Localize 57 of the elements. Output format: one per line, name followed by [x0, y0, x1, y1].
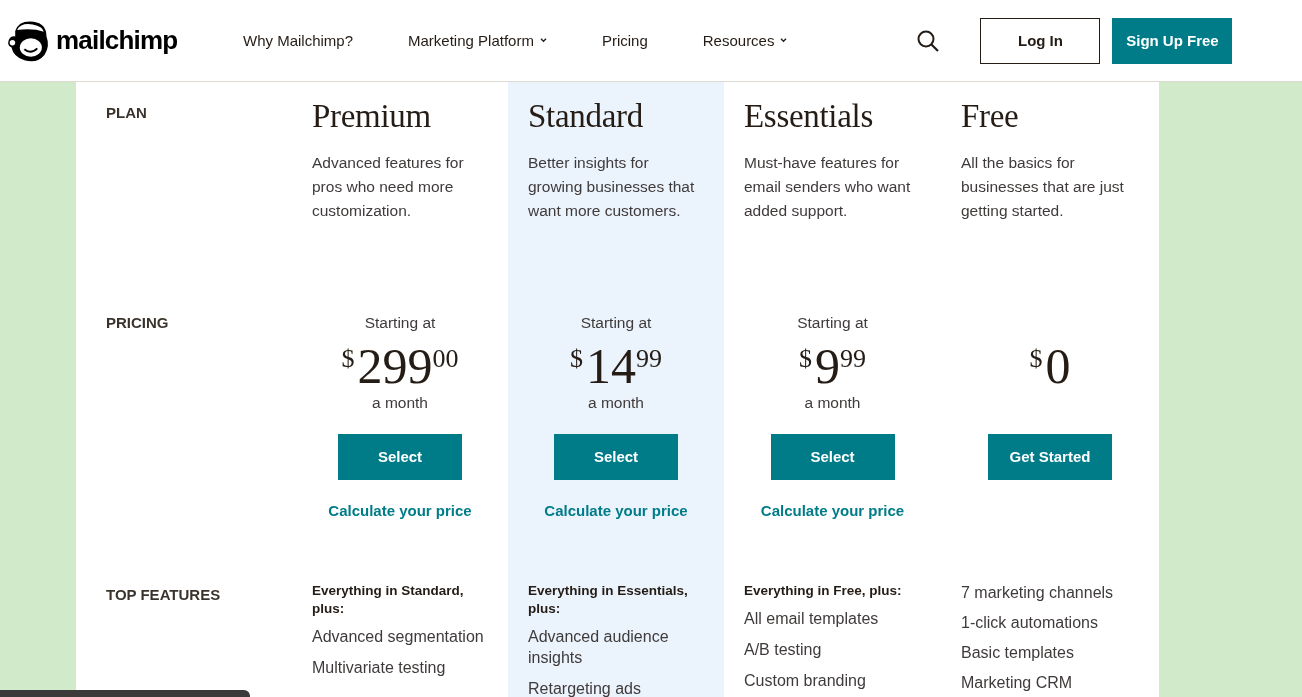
price-period: a month — [588, 394, 644, 413]
nav-link[interactable]: Pricing — [601, 32, 648, 49]
currency-sign: $ — [570, 344, 583, 374]
nav-link[interactable]: Marketing Platform — [408, 32, 547, 49]
price-caption: Starting at — [364, 314, 436, 333]
feature-item: 7 marketing channels — [961, 583, 1115, 603]
plan-description: Must-have features for email senders who want added support. — [744, 153, 912, 221]
nav-link[interactable]: Why Mailchimp? — [243, 32, 354, 49]
nav-link[interactable]: Resources — [702, 32, 788, 49]
price-period: a month — [372, 394, 428, 413]
section-label: TOP FEATURES — [106, 586, 222, 603]
feature-item: Basic templates — [961, 643, 1075, 663]
features-intro: Everything in Standard, plus: — [312, 582, 465, 618]
price-caption: Starting at — [580, 314, 652, 333]
search-icon[interactable] — [916, 28, 941, 53]
price-cents: 99 — [840, 344, 866, 374]
price-cents: 99 — [636, 344, 662, 374]
price-period: a month — [804, 394, 861, 413]
plan-description: Advanced features for pros who need more customization. — [312, 153, 465, 221]
section-label: PLAN — [106, 104, 148, 121]
features-intro: Everything in Essentials, plus: — [528, 582, 689, 618]
calculate-price-link[interactable]: Calculate your price — [328, 502, 472, 519]
feature-item: Retargeting ads — [528, 679, 642, 697]
calculate-price-link[interactable]: Calculate your price — [544, 502, 688, 519]
feature-item: All email templates — [744, 609, 880, 629]
price-caption: Starting at — [797, 314, 868, 333]
price-amount: 0 — [1045, 338, 1071, 394]
section-label: PRICING — [106, 314, 170, 331]
plan-description: All the basics for businesses that are just getting started. — [961, 153, 1125, 221]
currency-sign: $ — [341, 344, 355, 374]
select-button[interactable]: Select — [554, 434, 678, 480]
price-cents: 00 — [432, 344, 459, 374]
price-amount: 14 — [586, 338, 636, 394]
currency-sign: $ — [1029, 344, 1043, 374]
plan-name: Free — [961, 98, 1020, 135]
select-button[interactable]: Select — [338, 434, 462, 480]
plan-name: Standard — [528, 98, 644, 135]
price-amount: 299 — [357, 338, 433, 394]
currency-sign: $ — [799, 344, 812, 374]
brand-wordmark[interactable]: mailchimp — [56, 25, 178, 56]
feature-item: Advanced segmentation — [312, 627, 485, 647]
feature-item: Multivariate testing — [312, 658, 447, 678]
plan-name: Premium — [312, 98, 432, 135]
plan-name: Essentials — [744, 98, 874, 135]
feature-item: Advanced audience insights — [528, 627, 670, 668]
signup-button[interactable]: Sign Up Free — [1112, 17, 1233, 64]
plan-description: Better insights for growing businesses that want more customers. — [528, 153, 696, 221]
feature-item: Custom branding — [744, 671, 867, 691]
feature-item: 1-click automations — [961, 613, 1099, 633]
features-intro: Everything in Free, plus: — [744, 582, 903, 600]
login-button[interactable]: Log In — [980, 17, 1101, 64]
select-button[interactable]: Get Started — [988, 434, 1112, 480]
feature-item: A/B testing — [744, 640, 823, 660]
calculate-price-link[interactable]: Calculate your price — [760, 502, 905, 519]
feature-item: Marketing CRM — [961, 673, 1074, 693]
select-button[interactable]: Select — [770, 434, 895, 480]
price-amount: 9 — [815, 338, 840, 394]
